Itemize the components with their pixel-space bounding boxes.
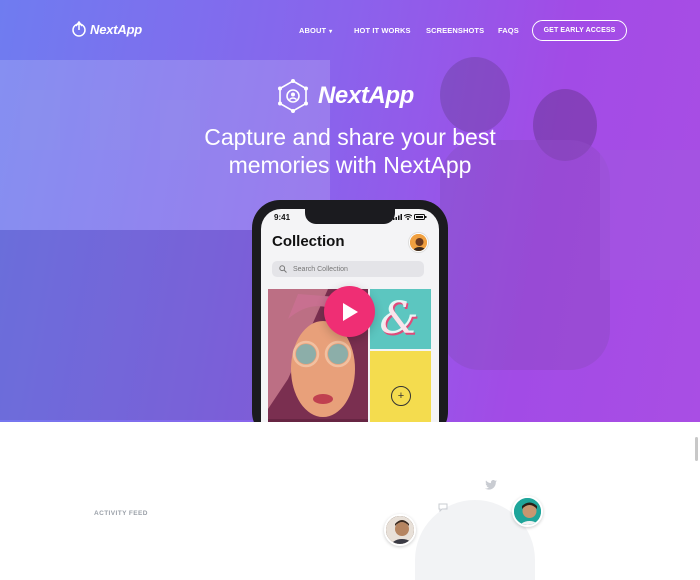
hero-section: NextApp ABOUT ▾ HOT IT WORKS SCREENSHOTS … — [0, 0, 700, 422]
headline-line-2: memories with NextApp — [228, 152, 472, 178]
ampersand-art: & & — [379, 293, 420, 346]
nav-item-how-it-works[interactable]: HOT IT WORKS — [354, 26, 411, 35]
add-button[interactable]: + — [391, 386, 411, 406]
avatar-photo — [410, 234, 427, 251]
feed-avatar — [512, 496, 543, 527]
caret-down-icon: ▾ — [329, 29, 333, 35]
wifi-icon — [404, 214, 412, 220]
hero-brand: NextApp — [276, 79, 414, 113]
nav-item-screenshots[interactable]: SCREENSHOTS — [426, 26, 484, 35]
status-icons — [393, 214, 427, 220]
get-early-access-button[interactable]: GET EARLY ACCESS — [532, 20, 627, 41]
avatar-photo — [514, 498, 541, 525]
avatar-photo — [386, 516, 414, 544]
scrollbar[interactable] — [695, 437, 698, 461]
headline-line-1: Capture and share your best — [204, 124, 496, 150]
play-icon — [342, 302, 358, 321]
hero-headline: Capture and share your best memories wit… — [150, 123, 550, 179]
nextapp-brand-icon — [278, 79, 308, 113]
nav-item-label: ABOUT — [299, 26, 327, 35]
status-time: 9:41 — [274, 213, 291, 222]
play-button[interactable] — [324, 286, 375, 337]
activity-feed-label: ACTIVITY FEED — [94, 510, 148, 517]
signal-icon — [393, 214, 402, 220]
phone-notch — [305, 209, 395, 224]
search-icon — [279, 265, 287, 273]
search-input[interactable]: Search Collection — [272, 261, 424, 277]
hero-brand-text: NextApp — [318, 82, 414, 109]
plus-icon: + — [397, 390, 405, 402]
logo[interactable]: NextApp — [71, 21, 142, 37]
profile-avatar[interactable] — [409, 233, 428, 252]
chat-icon — [438, 503, 448, 512]
battery-icon — [414, 214, 427, 220]
nav-item-about[interactable]: ABOUT ▾ — [299, 26, 332, 35]
nextapp-logo-icon — [72, 21, 86, 37]
logo-text: NextApp — [90, 21, 143, 37]
feed-avatar — [384, 514, 416, 546]
collection-title: Collection — [272, 233, 345, 250]
nav-item-faqs[interactable]: FAQS — [498, 26, 519, 35]
twitter-icon — [485, 480, 497, 490]
svg-text:&: & — [379, 293, 418, 344]
search-placeholder: Search Collection — [293, 265, 348, 273]
ampersand-tile[interactable]: & & — [370, 289, 431, 349]
